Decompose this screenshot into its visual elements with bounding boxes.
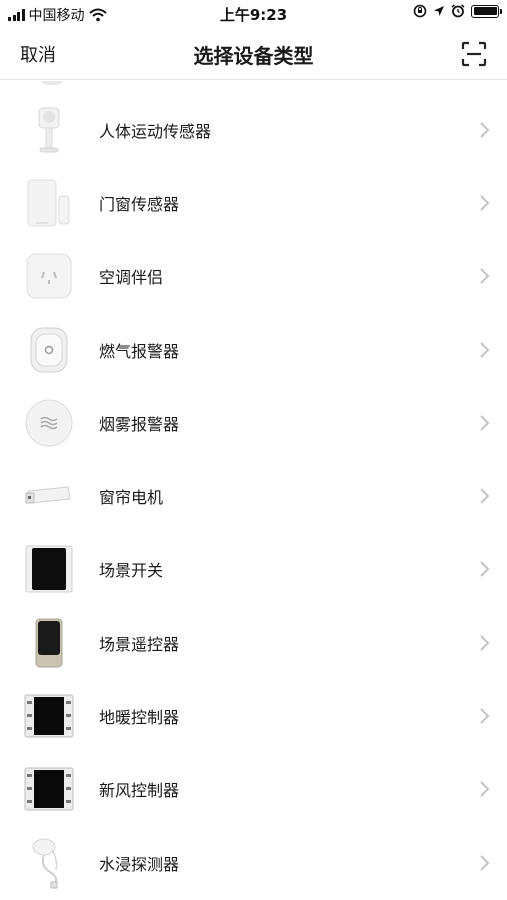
scan-icon[interactable] bbox=[461, 41, 487, 67]
list-item-label: 窗帘电机 bbox=[99, 488, 164, 508]
list-item[interactable]: 门窗传感器 bbox=[0, 166, 507, 239]
list-item-peek bbox=[40, 81, 64, 85]
list-item[interactable]: 场景开关 bbox=[0, 533, 507, 606]
list-item-label: 场景遥控器 bbox=[99, 634, 180, 654]
water-leak-detector-icon bbox=[22, 836, 76, 890]
list-item-label: 水浸探测器 bbox=[99, 854, 180, 874]
smoke-alarm-icon bbox=[22, 396, 76, 450]
ac-companion-icon bbox=[22, 249, 76, 303]
list-item[interactable]: 人体运动传感器 bbox=[0, 93, 507, 166]
floor-heating-controller-icon bbox=[22, 689, 76, 743]
scene-remote-icon bbox=[22, 616, 76, 670]
chevron-right-icon bbox=[480, 854, 490, 871]
status-right bbox=[413, 4, 502, 18]
motion-sensor-icon bbox=[22, 103, 76, 157]
chevron-right-icon bbox=[480, 561, 490, 578]
list-item[interactable]: 燃气报警器 bbox=[0, 313, 507, 386]
battery-icon bbox=[471, 4, 502, 18]
device-type-list: 人体运动传感器 门窗传感器 空调伴侣 燃气报警器 烟雾报警器 窗帘电机 场景开关… bbox=[0, 81, 507, 900]
list-item[interactable]: 窗帘电机 bbox=[0, 460, 507, 533]
list-item[interactable]: 新风控制器 bbox=[0, 753, 507, 826]
list-item-label: 人体运动传感器 bbox=[99, 121, 212, 141]
chevron-right-icon bbox=[480, 488, 490, 504]
list-item-label: 新风控制器 bbox=[99, 781, 180, 801]
list-item-label: 燃气报警器 bbox=[99, 341, 180, 361]
orientation-lock-icon bbox=[413, 4, 427, 18]
fresh-air-controller-icon bbox=[22, 762, 76, 816]
list-item-label: 地暖控制器 bbox=[99, 708, 180, 728]
location-icon bbox=[434, 6, 444, 16]
list-item-label: 空调伴侣 bbox=[99, 268, 164, 288]
chevron-right-icon bbox=[480, 268, 490, 284]
chevron-right-icon bbox=[480, 195, 490, 211]
alarm-icon bbox=[451, 4, 465, 18]
gas-alarm-icon bbox=[22, 323, 76, 377]
page-title: 选择设备类型 bbox=[193, 44, 314, 68]
list-item[interactable]: 场景遥控器 bbox=[0, 606, 507, 679]
door-window-sensor-icon bbox=[22, 176, 76, 230]
list-item[interactable]: 空调伴侣 bbox=[0, 240, 507, 313]
list-item-label: 场景开关 bbox=[99, 561, 164, 581]
chevron-right-icon bbox=[480, 341, 490, 358]
scene-switch-icon bbox=[22, 542, 76, 596]
chevron-right-icon bbox=[480, 708, 490, 724]
list-item[interactable]: 地暖控制器 bbox=[0, 679, 507, 752]
chevron-right-icon bbox=[480, 121, 490, 138]
list-item-label: 烟雾报警器 bbox=[99, 414, 180, 434]
chevron-right-icon bbox=[480, 415, 490, 431]
chevron-right-icon bbox=[480, 781, 490, 798]
list-item[interactable]: 水浸探测器 bbox=[0, 826, 507, 899]
nav-bar: 取消 选择设备类型 bbox=[0, 28, 507, 80]
status-bar: 中国移动 上午9:23 bbox=[0, 0, 507, 28]
chevron-right-icon bbox=[480, 635, 490, 651]
curtain-motor-icon bbox=[22, 469, 76, 523]
cancel-button[interactable]: 取消 bbox=[20, 41, 56, 67]
list-item-label: 门窗传感器 bbox=[99, 194, 180, 214]
list-item[interactable]: 烟雾报警器 bbox=[0, 386, 507, 459]
